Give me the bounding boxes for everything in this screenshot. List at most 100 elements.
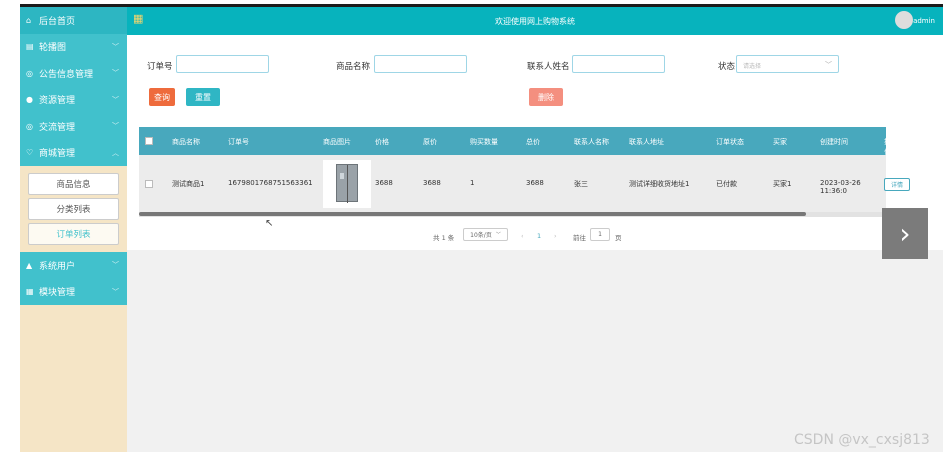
- sidebar-item-label: 模块管理: [39, 288, 76, 299]
- goto-page-input[interactable]: 1: [590, 228, 610, 241]
- column-header: 原价: [423, 138, 437, 146]
- cell-address: 测试详细收货地址1: [629, 180, 690, 188]
- column-header: 操作: [884, 138, 891, 156]
- status-select[interactable]: 请选择 ﹀: [736, 55, 839, 73]
- next-slide-button[interactable]: ›: [882, 208, 928, 259]
- current-page[interactable]: 1: [537, 232, 541, 240]
- product-name-input[interactable]: [374, 55, 467, 73]
- sidebar-subitem-orders[interactable]: 订单列表: [28, 223, 119, 245]
- pagination-total: 共 1 条: [433, 234, 455, 242]
- cell-total: 3688: [526, 179, 544, 187]
- row-checkbox[interactable]: [145, 180, 153, 188]
- goto-label: 前往: [573, 234, 586, 242]
- status-label: 状态: [718, 62, 736, 72]
- chevron-down-icon: ﹀: [112, 261, 119, 269]
- table-row: 测试商品1 1679801768751563361 3688 3688 1 36…: [139, 155, 910, 212]
- delete-button[interactable]: 删除: [529, 88, 563, 106]
- main-content: 订单号 商品名称 联系人姓名 状态 请选择 ﹀ 查询 重置 删除 商品名称 订单…: [127, 35, 943, 250]
- column-header: 商品名称: [172, 138, 200, 146]
- sidebar-item-label: 系统用户: [39, 261, 76, 272]
- chat-icon: ◎: [26, 121, 33, 131]
- sidebar-subitem-categories[interactable]: 分类列表: [28, 198, 119, 220]
- cell-quantity: 1: [470, 179, 475, 187]
- page-title: 欢迎使用网上购物系统: [495, 17, 575, 26]
- cell-price: 3688: [375, 179, 393, 187]
- chevron-up-icon: ︿: [112, 148, 119, 157]
- horizontal-scrollbar[interactable]: [139, 212, 806, 216]
- column-header: 创建时间: [820, 138, 848, 146]
- sidebar-item-label: 商城管理: [39, 149, 76, 160]
- cell-buyer: 买家1: [773, 180, 792, 188]
- detail-button[interactable]: 详情: [884, 178, 910, 191]
- username[interactable]: admin: [913, 17, 935, 25]
- cell-status: 已付款: [716, 180, 737, 188]
- home-icon: ⌂: [26, 15, 32, 25]
- sidebar-item-label: 资源管理: [39, 96, 76, 107]
- sidebar-item-label: 后台首页: [39, 16, 76, 27]
- chevron-down-icon: ﹀: [825, 61, 832, 69]
- sidebar-item-notice[interactable]: ◎ 公告信息管理 ﹀: [20, 60, 127, 87]
- sidebar-item-home[interactable]: ⌂ 后台首页: [20, 7, 127, 34]
- mouse-cursor-icon: ↖: [265, 218, 274, 229]
- notice-icon: ◎: [26, 68, 33, 78]
- column-header: 联系人名称: [574, 138, 609, 146]
- order-no-label: 订单号: [147, 62, 173, 72]
- prev-page-button[interactable]: ‹: [521, 232, 524, 240]
- cell-product: 测试商品1: [172, 180, 205, 188]
- avatar[interactable]: [895, 11, 913, 29]
- shop-icon: ♡: [26, 148, 34, 158]
- sidebar-item-chat[interactable]: ◎ 交流管理 ﹀: [20, 113, 127, 140]
- query-button[interactable]: 查询: [149, 88, 175, 106]
- module-icon: ▦: [26, 287, 34, 297]
- column-header: 总价: [526, 138, 540, 146]
- reset-button[interactable]: 重置: [186, 88, 220, 106]
- column-header: 订单号: [228, 138, 249, 146]
- sidebar-item-resource[interactable]: ● 资源管理 ﹀: [20, 86, 127, 113]
- chevron-down-icon: ﹀: [112, 69, 119, 77]
- next-page-button[interactable]: ›: [554, 232, 557, 240]
- contact-name-label: 联系人姓名: [527, 62, 570, 72]
- sidebar-item-label: 公告信息管理: [39, 69, 94, 80]
- sidebar-item-label: 交流管理: [39, 122, 76, 133]
- table-header: 商品名称 订单号 商品图片 价格 原价 购买数量 总价 联系人名称 联系人地址 …: [139, 127, 891, 156]
- page-size-select[interactable]: 10条/页 ﹀: [463, 228, 508, 241]
- order-no-input[interactable]: [176, 55, 269, 73]
- page-unit-label: 页: [615, 234, 622, 242]
- cell-order-no: 1679801768751563361: [228, 179, 313, 187]
- cell-contact: 张三: [574, 180, 588, 188]
- column-header: 购买数量: [470, 138, 498, 146]
- page-size-value: 10条/页: [470, 232, 492, 239]
- top-header: ▦ 欢迎使用网上购物系统 admin: [127, 7, 943, 35]
- column-header: 买家: [773, 138, 787, 146]
- chevron-down-icon: ﹀: [112, 95, 119, 104]
- cell-created: 2023-03-26 11:36:0: [820, 179, 861, 195]
- chevron-down-icon: ﹀: [112, 122, 119, 130]
- sidebar-subitem-products[interactable]: 商品信息: [28, 173, 119, 195]
- column-header: 商品图片: [323, 138, 351, 146]
- sidebar-item-users[interactable]: ▲ 系统用户 ﹀: [20, 252, 127, 279]
- chevron-down-icon: ﹀: [112, 42, 119, 51]
- product-image[interactable]: [323, 160, 371, 208]
- watermark: CSDN @vx_cxsj813: [794, 432, 930, 448]
- select-all-checkbox[interactable]: [145, 137, 153, 145]
- status-placeholder: 请选择: [743, 63, 762, 70]
- sidebar-item-shop[interactable]: ♡ 商城管理 ︿: [20, 139, 127, 166]
- sidebar-item-modules[interactable]: ▦ 模块管理 ﹀: [20, 278, 127, 305]
- sidebar-item-carousel[interactable]: ▤ 轮播图 ﹀: [20, 33, 127, 60]
- column-header: 价格: [375, 138, 389, 146]
- product-name-label: 商品名称: [336, 62, 371, 72]
- image-icon: ▤: [26, 42, 34, 52]
- column-header: 联系人地址: [629, 138, 664, 146]
- chevron-down-icon: ﹀: [112, 287, 119, 296]
- shop-submenu: 商品信息 分类列表 订单列表: [20, 166, 127, 252]
- app-frame: ⌂ 后台首页 ▤ 轮播图 ﹀ ◎ 公告信息管理 ﹀ ● 资源管理 ﹀ ◎ 交流管…: [20, 4, 943, 452]
- refrigerator-icon: [336, 164, 358, 203]
- column-header: 订单状态: [716, 138, 744, 146]
- chevron-down-icon: ﹀: [495, 232, 501, 238]
- sidebar-item-label: 轮播图: [39, 43, 67, 54]
- cell-original-price: 3688: [423, 179, 441, 187]
- contact-name-input[interactable]: [572, 55, 665, 73]
- sidebar: ⌂ 后台首页 ▤ 轮播图 ﹀ ◎ 公告信息管理 ﹀ ● 资源管理 ﹀ ◎ 交流管…: [20, 7, 127, 452]
- user-icon: ▲: [26, 260, 33, 270]
- resource-icon: ●: [26, 95, 33, 105]
